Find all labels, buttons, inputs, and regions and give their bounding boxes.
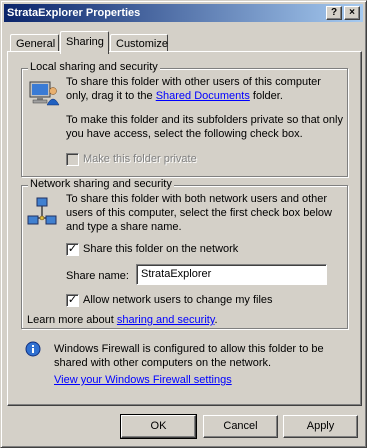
private-description: To make this folder and its subfolders p… <box>66 114 343 140</box>
allow-change-label: Allow network users to change my files <box>83 294 273 306</box>
window-title: StrataExplorer Properties <box>7 7 141 19</box>
make-private-label: Make this folder private <box>83 153 197 165</box>
share-folder-label: Share this folder on the network <box>83 243 239 255</box>
network-icon <box>27 197 57 225</box>
help-button[interactable]: ? <box>326 6 342 20</box>
share-name-input[interactable]: StrataExplorer <box>136 264 327 285</box>
network-description: To share this folder with both network u… <box>66 193 332 233</box>
ok-button[interactable]: OK <box>120 414 197 439</box>
firewall-description: Windows Firewall is configured to allow … <box>54 343 324 369</box>
network-sharing-title: Network sharing and security <box>28 178 174 190</box>
local-share-description: To share this folder with other users of… <box>66 75 344 103</box>
local-share-suffix: folder. <box>249 90 283 102</box>
sharing-tab-panel: Local sharing and security To share this… <box>7 51 362 406</box>
info-icon <box>25 341 41 357</box>
cancel-button[interactable]: Cancel <box>203 415 278 438</box>
allow-change-checkbox[interactable]: ✓ <box>66 294 79 307</box>
shared-documents-link[interactable]: Shared Documents <box>156 90 250 102</box>
learn-more-text: Learn more about <box>27 314 117 326</box>
title-bar[interactable]: StrataExplorer Properties ? × <box>4 4 363 22</box>
network-sharing-group: Network sharing and security To share th… <box>21 178 348 329</box>
firewall-settings-link[interactable]: View your Windows Firewall settings <box>54 374 232 386</box>
learn-more-suffix: . <box>214 314 218 326</box>
close-button[interactable]: × <box>344 6 360 20</box>
computer-users-icon <box>29 81 60 106</box>
sharing-security-link[interactable]: sharing and security <box>117 314 215 326</box>
local-sharing-group: Local sharing and security To share this… <box>21 61 348 177</box>
share-folder-checkbox[interactable]: ✓ <box>66 243 79 256</box>
share-name-label: Share name: <box>66 270 129 282</box>
tab-sharing[interactable]: Sharing <box>60 31 109 54</box>
local-sharing-title: Local sharing and security <box>28 61 160 73</box>
learn-more-line: Learn more about sharing and security. <box>27 314 218 326</box>
make-private-checkbox[interactable] <box>66 153 79 166</box>
apply-button[interactable]: Apply <box>283 415 358 438</box>
properties-dialog: StrataExplorer Properties ? × General Sh… <box>0 0 367 448</box>
tab-strip: General Sharing Customize <box>1 31 367 54</box>
